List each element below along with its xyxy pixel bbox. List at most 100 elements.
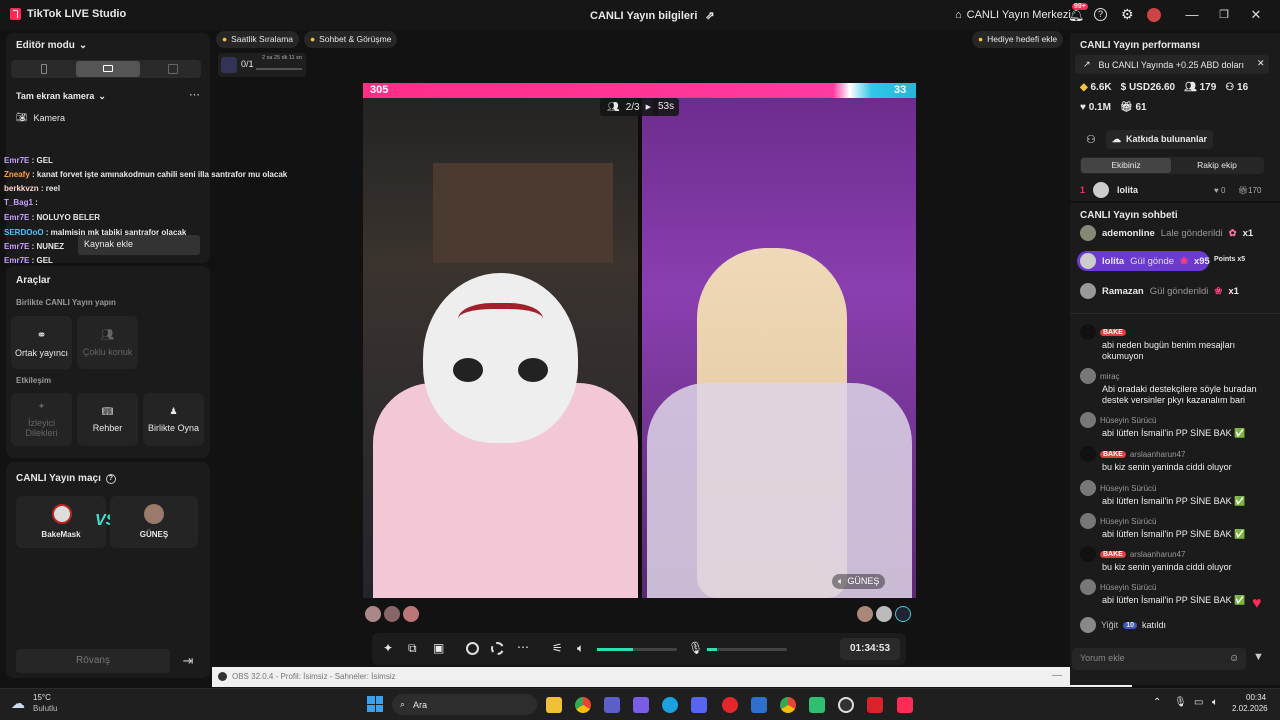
volume-slider[interactable] (597, 648, 677, 651)
supporter-avatar[interactable] (895, 606, 911, 622)
start-icon[interactable] (367, 696, 383, 712)
match-right-card: GÜNEŞ (110, 496, 198, 548)
chrome-icon[interactable] (780, 697, 796, 713)
supporter-avatar[interactable] (857, 606, 873, 622)
battle-score-bar (363, 83, 916, 98)
maximize-icon[interactable]: ❐ (1216, 7, 1232, 23)
chat-message: Hüseyin Sürücü abi lütfen İsmail'in PP Sİ… (1080, 579, 1270, 606)
more-icon[interactable]: ⋯ (517, 640, 529, 654)
more-options-icon[interactable]: ⋯ (189, 88, 200, 101)
info-icon[interactable]: ? (105, 473, 116, 484)
opera-icon[interactable] (722, 697, 738, 713)
match-panel (6, 462, 210, 678)
volume-icon[interactable]: 🔈︎ (577, 641, 584, 656)
app-icon[interactable] (809, 697, 825, 713)
contributors-button[interactable]: ☁ Katkıda bulunanlar (1106, 130, 1214, 149)
fan-badge: BAKE (1100, 450, 1126, 458)
discord-icon[interactable] (691, 697, 707, 713)
user-avatar[interactable] (1080, 412, 1096, 428)
gift-goal-button[interactable]: ● Hediye hedefi ekle (972, 31, 1064, 48)
record-icon[interactable] (466, 642, 479, 655)
dollar-icon: $ (1120, 82, 1127, 93)
teams-icon[interactable] (604, 697, 620, 713)
tab-rival-team[interactable]: Rakip ekip (1172, 158, 1262, 173)
user-avatar[interactable] (1080, 324, 1096, 340)
notification-badge: 99+ (1072, 3, 1088, 10)
filter-icon[interactable]: ▼ (1253, 651, 1264, 663)
youtube-icon[interactable] (867, 697, 883, 713)
rank-row[interactable]: 1 lolita ♥ 0 🎁︎170 (1080, 182, 1264, 198)
camera-section-dropdown[interactable]: Tam ekran kamera ⌄ (16, 91, 106, 102)
landscape-tab[interactable] (76, 61, 140, 77)
settings-gear-icon[interactable]: ⚙ (1121, 6, 1134, 23)
mail-icon[interactable] (751, 697, 767, 713)
mic-slider[interactable] (707, 648, 787, 651)
help-icon[interactable]: ? (1094, 8, 1107, 21)
tab-your-team[interactable]: Ekibiniz (1081, 158, 1171, 173)
speaker-icon[interactable]: 🔈︎ (1212, 697, 1218, 708)
edge-icon[interactable] (662, 697, 678, 713)
live-chat-panel (1070, 203, 1280, 685)
close-icon[interactable]: ✕ (1248, 7, 1264, 23)
cloud-icon: ☁ (11, 695, 25, 711)
chrome-icon[interactable] (575, 697, 591, 713)
chat-call-tab[interactable]: ● Sohbet & Görüşme (304, 31, 398, 48)
user-avatar[interactable] (1080, 513, 1096, 529)
book-icon: 📖︎ (101, 406, 114, 416)
supporter-avatar[interactable] (365, 606, 381, 622)
multi-guest-button[interactable]: 👥︎ Çoklu konuk (77, 316, 138, 369)
viewer-wishes-button[interactable]: ✦ İzleyici Dilekleri (11, 393, 72, 446)
editor-mode-dropdown[interactable]: Editör modu ⌄ (16, 40, 87, 51)
user-avatar[interactable] (1080, 546, 1096, 562)
mission-widget[interactable]: 0/1 2 sa 25 dk 11 sn (218, 53, 306, 77)
guide-button[interactable]: 📖︎ Rehber (77, 393, 138, 446)
comment-input[interactable]: Yorum ekle (1072, 648, 1246, 670)
user-avatar[interactable] (1080, 446, 1096, 462)
split-icon[interactable] (168, 64, 178, 74)
profile-avatar[interactable] (1147, 8, 1161, 22)
portrait-icon[interactable] (41, 64, 47, 74)
user-avatar[interactable] (1080, 579, 1096, 595)
windows-taskbar: ☁ 15°C Bulutlu ⌕ Ara ⌃ 🎙︎ ▭ 🔈︎ 00:34 2.02… (0, 688, 1280, 720)
user-avatar[interactable] (1080, 368, 1096, 384)
tray-mic-icon[interactable]: 🎙︎ (1174, 697, 1187, 708)
display-icon[interactable]: ▭ (1194, 697, 1203, 708)
tray-chevron-icon[interactable]: ⌃ (1153, 697, 1161, 708)
file-explorer-icon[interactable] (546, 697, 562, 713)
interaction-title: Etkileşim (16, 376, 52, 385)
minimize-icon[interactable]: — (1184, 7, 1200, 23)
co-host-button[interactable]: ⚭ Ortak yayıncı (11, 316, 72, 369)
gift-icon: 🎁︎ (1119, 102, 1133, 113)
obs-window-bar[interactable]: OBS 32.0.4 - Profil: İsimsiz - Sahneler:… (212, 667, 1132, 687)
live-info-button[interactable]: CANLI Yayın bilgileri ⇗ (590, 9, 715, 23)
user-avatar[interactable] (1080, 480, 1096, 496)
app-icon[interactable] (633, 697, 649, 713)
add-overlay-icon[interactable]: ⧉ (408, 641, 417, 656)
rematch-button[interactable]: Rövanş (16, 649, 170, 673)
live-center-button[interactable]: ⌂ CANLI Yayın Merkezi (955, 9, 1071, 21)
speaker-icon: 🔈︎ (838, 576, 844, 586)
effects-icon[interactable] (491, 642, 504, 655)
right-name-tag: 🔈︎ GÜNEŞ (832, 574, 886, 589)
emoji-icon[interactable]: ☺ (1229, 653, 1239, 664)
add-user-icon[interactable]: ⚇ (1086, 133, 1096, 146)
obs-minimize-icon[interactable]: — (1052, 670, 1062, 681)
taskbar-search[interactable]: ⌕ Ara (392, 694, 537, 715)
obs-taskbar-icon[interactable] (838, 697, 854, 713)
close-icon[interactable]: ✕ (1257, 58, 1265, 69)
hourly-ranking-tab[interactable]: ● Saatlik Sıralama (216, 31, 300, 48)
mixer-icon[interactable]: ⚟ (552, 641, 563, 655)
play-together-button[interactable]: ♟ Birlikte Oyna (143, 393, 204, 446)
tools-title: Araçlar (16, 275, 51, 286)
microphone-icon[interactable]: 🎙︎ (688, 641, 703, 655)
supporter-avatar[interactable] (403, 606, 419, 622)
tiktok-studio-icon[interactable] (897, 697, 913, 713)
camera-source-item[interactable]: 📷︎ Kamera (16, 112, 65, 123)
screen-icon[interactable]: ▣ (433, 641, 444, 655)
supporter-avatar[interactable] (384, 606, 400, 622)
supporter-avatar[interactable] (876, 606, 892, 622)
magic-wand-icon[interactable]: ✦ (383, 641, 393, 655)
add-source-tooltip[interactable]: Kaynak ekle (78, 235, 200, 255)
chevron-down-icon: ⌄ (98, 91, 106, 101)
exit-icon[interactable]: ⇥ (176, 649, 200, 673)
